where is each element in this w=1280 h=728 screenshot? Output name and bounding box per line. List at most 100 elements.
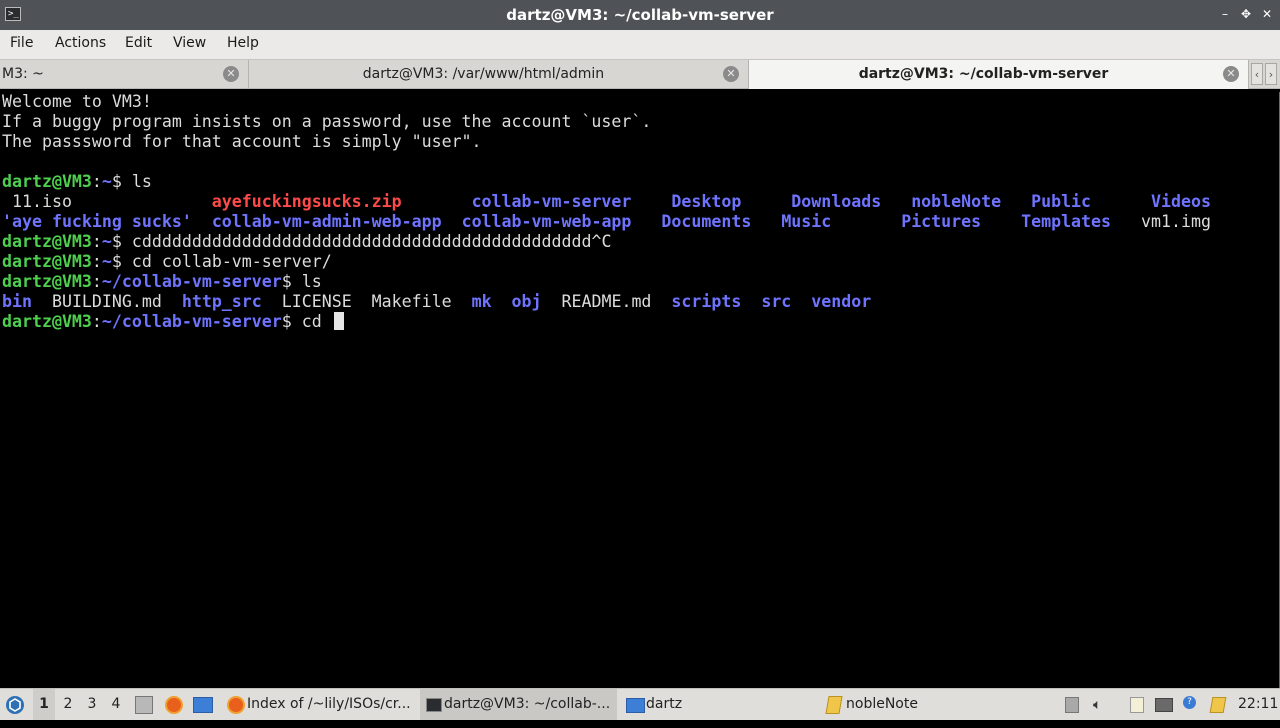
- terminal-segment: :: [91, 172, 102, 191]
- terminal-segment: collab-vm-admin-web-app: [211, 212, 442, 231]
- terminal-segment: :: [91, 252, 102, 271]
- terminal-segment: $ cd collab-vm-server/: [111, 252, 332, 271]
- tab-scroll-left-button[interactable]: ‹: [1251, 63, 1263, 85]
- terminal-segment: ~: [101, 232, 112, 251]
- terminal-line: bin BUILDING.md http_src LICENSE Makefil…: [2, 292, 871, 312]
- terminal-line: Welcome to VM3!: [2, 92, 152, 112]
- close-tab-icon[interactable]: ✕: [1223, 66, 1239, 82]
- terminal-segment: [831, 212, 901, 231]
- menu-help[interactable]: Help: [227, 30, 259, 57]
- maximize-button[interactable]: ✥: [1239, 7, 1253, 21]
- terminal-segment: $ cddddddddddddddddddddddddddddddddddddd…: [111, 232, 612, 251]
- terminal-segment: collab-vm-web-app: [461, 212, 632, 231]
- show-desktop-icon[interactable]: [135, 696, 153, 714]
- terminal-segment: 'aye fucking sucks': [2, 212, 192, 231]
- close-tab-icon[interactable]: ✕: [723, 66, 739, 82]
- terminal-segment: [492, 292, 512, 311]
- terminal-segment: obj: [511, 292, 542, 311]
- menu-actions[interactable]: Actions: [55, 30, 106, 57]
- start-menu-button[interactable]: [4, 689, 30, 720]
- terminal-segment: collab-vm-server: [471, 192, 632, 211]
- terminal-segment: [1001, 192, 1031, 211]
- terminal-segment: Welcome to VM3!: [2, 92, 152, 111]
- clock[interactable]: 22:11: [1238, 689, 1278, 720]
- terminal-segment: $ ls: [111, 172, 152, 191]
- workspace-3[interactable]: 3: [81, 689, 103, 720]
- display-icon[interactable]: [1155, 698, 1173, 712]
- terminal-segment: nobleNote: [911, 192, 1002, 211]
- note-icon: [825, 696, 843, 714]
- terminal-line: dartz@VM3:~$ cdddddddddddddddddddddddddd…: [2, 232, 611, 252]
- tab-admin[interactable]: dartz@VM3: /var/www/html/admin ✕: [249, 60, 749, 89]
- terminal-segment: Music: [781, 212, 832, 231]
- terminal-segment: [751, 212, 781, 231]
- terminal-segment: [791, 292, 811, 311]
- menu-bar: File Actions Edit View Help: [0, 30, 1280, 59]
- menu-file[interactable]: File: [10, 30, 33, 57]
- terminal-segment: ~: [101, 252, 112, 271]
- workspace-1[interactable]: 1: [33, 689, 55, 720]
- task-label: nobleNote: [846, 696, 918, 712]
- terminal-segment: [402, 192, 472, 211]
- terminal-segment: http_src: [181, 292, 262, 311]
- menu-edit[interactable]: Edit: [125, 30, 152, 57]
- terminal-segment: $ cd: [281, 312, 332, 331]
- terminal-segment: README.md: [541, 292, 672, 311]
- clipboard-icon[interactable]: [1130, 697, 1144, 713]
- tab-label: dartz@VM3: ~/collab-vm-server: [858, 66, 1109, 82]
- terminal-icon: [426, 698, 442, 712]
- tab-label: dartz@VM3: /var/www/html/admin: [362, 66, 605, 82]
- terminal-segment: [631, 212, 661, 231]
- tab-label: M3: ~: [2, 66, 44, 82]
- terminal-segment: vendor: [811, 292, 872, 311]
- close-button[interactable]: ✕: [1260, 7, 1274, 21]
- text-cursor: [333, 312, 344, 330]
- file-manager-launcher-icon[interactable]: [193, 697, 213, 713]
- tab-scroll-right-button[interactable]: ›: [1265, 63, 1277, 85]
- tab-bar: M3: ~ ✕ dartz@VM3: /var/www/html/admin ✕…: [0, 59, 1280, 89]
- tab-vm3-home[interactable]: M3: ~ ✕: [0, 60, 249, 89]
- terminal-line: dartz@VM3:~$ ls: [2, 172, 152, 192]
- terminal-segment: vm1.img: [1111, 212, 1211, 231]
- task-terminal[interactable]: dartz@VM3: ~/collab-...: [420, 689, 617, 720]
- firefox-icon: [227, 696, 245, 714]
- terminal-segment: The passsword for that account is simply…: [2, 132, 482, 151]
- workspace-2[interactable]: 2: [57, 689, 79, 720]
- task-file-manager[interactable]: dartz: [622, 689, 817, 720]
- terminal-line: dartz@VM3:~/collab-vm-server$ ls: [2, 272, 322, 292]
- volume-icon[interactable]: 🔈︎: [1093, 697, 1109, 713]
- terminal-segment: LICENSE Makefile: [261, 292, 472, 311]
- taskbar: 1 2 3 4 Index of /~lily/ISOs/cr... dartz…: [0, 688, 1280, 720]
- terminal-segment: Public: [1031, 192, 1092, 211]
- terminal-segment: Templates: [1021, 212, 1112, 231]
- terminal-line: The passsword for that account is simply…: [2, 132, 482, 152]
- update-notifier-icon[interactable]: ?: [1183, 696, 1196, 709]
- workspace-4[interactable]: 4: [105, 689, 127, 720]
- terminal-segment: :: [91, 312, 102, 331]
- tab-collab-vm-server[interactable]: dartz@VM3: ~/collab-vm-server ✕: [749, 60, 1249, 89]
- terminal-segment: Documents: [661, 212, 752, 231]
- task-noblenote[interactable]: nobleNote: [822, 689, 1032, 720]
- firefox-launcher-icon[interactable]: [165, 696, 183, 714]
- task-label: dartz: [646, 696, 683, 712]
- noblenote-tray-icon[interactable]: [1209, 697, 1227, 713]
- terminal-output[interactable]: Welcome to VM3! If a buggy program insis…: [0, 92, 1280, 688]
- terminal-segment: dartz@VM3: [2, 272, 92, 291]
- minimize-button[interactable]: –: [1218, 7, 1232, 21]
- terminal-segment: [981, 212, 1021, 231]
- terminal-line: If a buggy program insists on a password…: [2, 112, 651, 132]
- terminal-line: dartz@VM3:~$ cd collab-vm-server/: [2, 252, 332, 272]
- terminal-segment: [442, 212, 462, 231]
- terminal-segment: [741, 292, 761, 311]
- window-title: dartz@VM3: ~/collab-vm-server: [506, 6, 774, 24]
- terminal-segment: dartz@VM3: [2, 232, 92, 251]
- terminal-segment: dartz@VM3: [2, 312, 92, 331]
- task-firefox[interactable]: Index of /~lily/ISOs/cr...: [223, 689, 416, 720]
- terminal-segment: :: [91, 272, 102, 291]
- menu-view[interactable]: View: [173, 30, 206, 57]
- tray-device-icon[interactable]: [1065, 697, 1079, 713]
- close-tab-icon[interactable]: ✕: [223, 66, 239, 82]
- terminal-segment: [192, 212, 212, 231]
- title-bar: >_ dartz@VM3: ~/collab-vm-server – ✥ ✕: [0, 0, 1280, 30]
- terminal-segment: Downloads: [791, 192, 882, 211]
